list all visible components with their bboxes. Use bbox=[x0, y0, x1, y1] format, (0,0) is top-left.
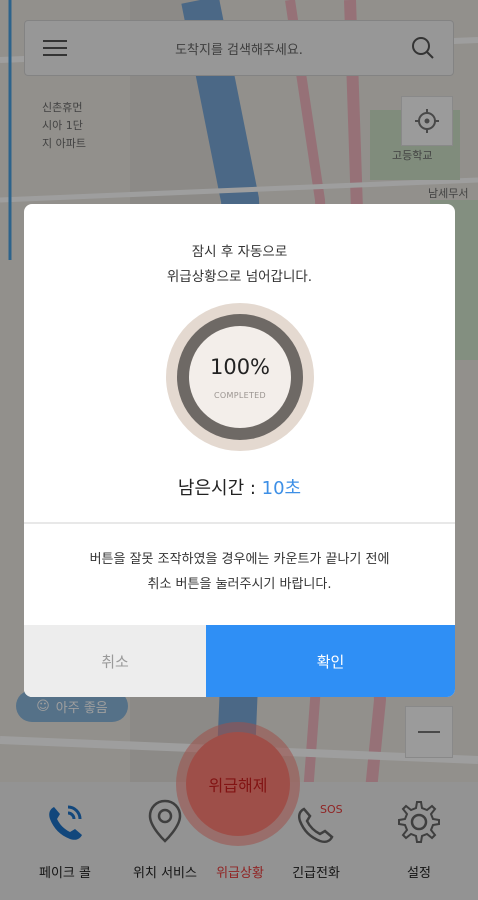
dialog-message: 잠시 후 자동으로 위급상황으로 넘어갑니다. bbox=[24, 240, 455, 290]
emergency-countdown-dialog: 잠시 후 자동으로 위급상황으로 넘어갑니다. 100% COMPLETED 남… bbox=[24, 204, 455, 697]
progress-status: COMPLETED bbox=[214, 390, 266, 400]
dialog-message-line2: 위급상황으로 넘어갑니다. bbox=[166, 269, 313, 285]
remaining-time: 남은시간 : 10초 bbox=[24, 474, 455, 500]
remaining-time-value: 10초 bbox=[261, 478, 302, 499]
progress-ring: 100% COMPLETED bbox=[166, 303, 314, 451]
remaining-time-label: 남은시간 : bbox=[177, 478, 262, 499]
dialog-hint-line2: 취소 버튼을 눌러주시기 바랍니다. bbox=[147, 577, 332, 592]
progress-percent: 100% bbox=[209, 354, 271, 379]
dialog-hint: 버튼을 잘못 조작하였을 경우에는 카운트가 끝나기 전에 취소 버튼을 눌러주… bbox=[24, 547, 455, 597]
cancel-button[interactable]: 취소 bbox=[24, 625, 206, 697]
dialog-message-line1: 잠시 후 자동으로 bbox=[191, 244, 288, 260]
dialog-hint-line1: 버튼을 잘못 조작하였을 경우에는 카운트가 끝나기 전에 bbox=[89, 552, 390, 567]
confirm-button[interactable]: 확인 bbox=[206, 625, 455, 697]
divider bbox=[24, 522, 455, 524]
